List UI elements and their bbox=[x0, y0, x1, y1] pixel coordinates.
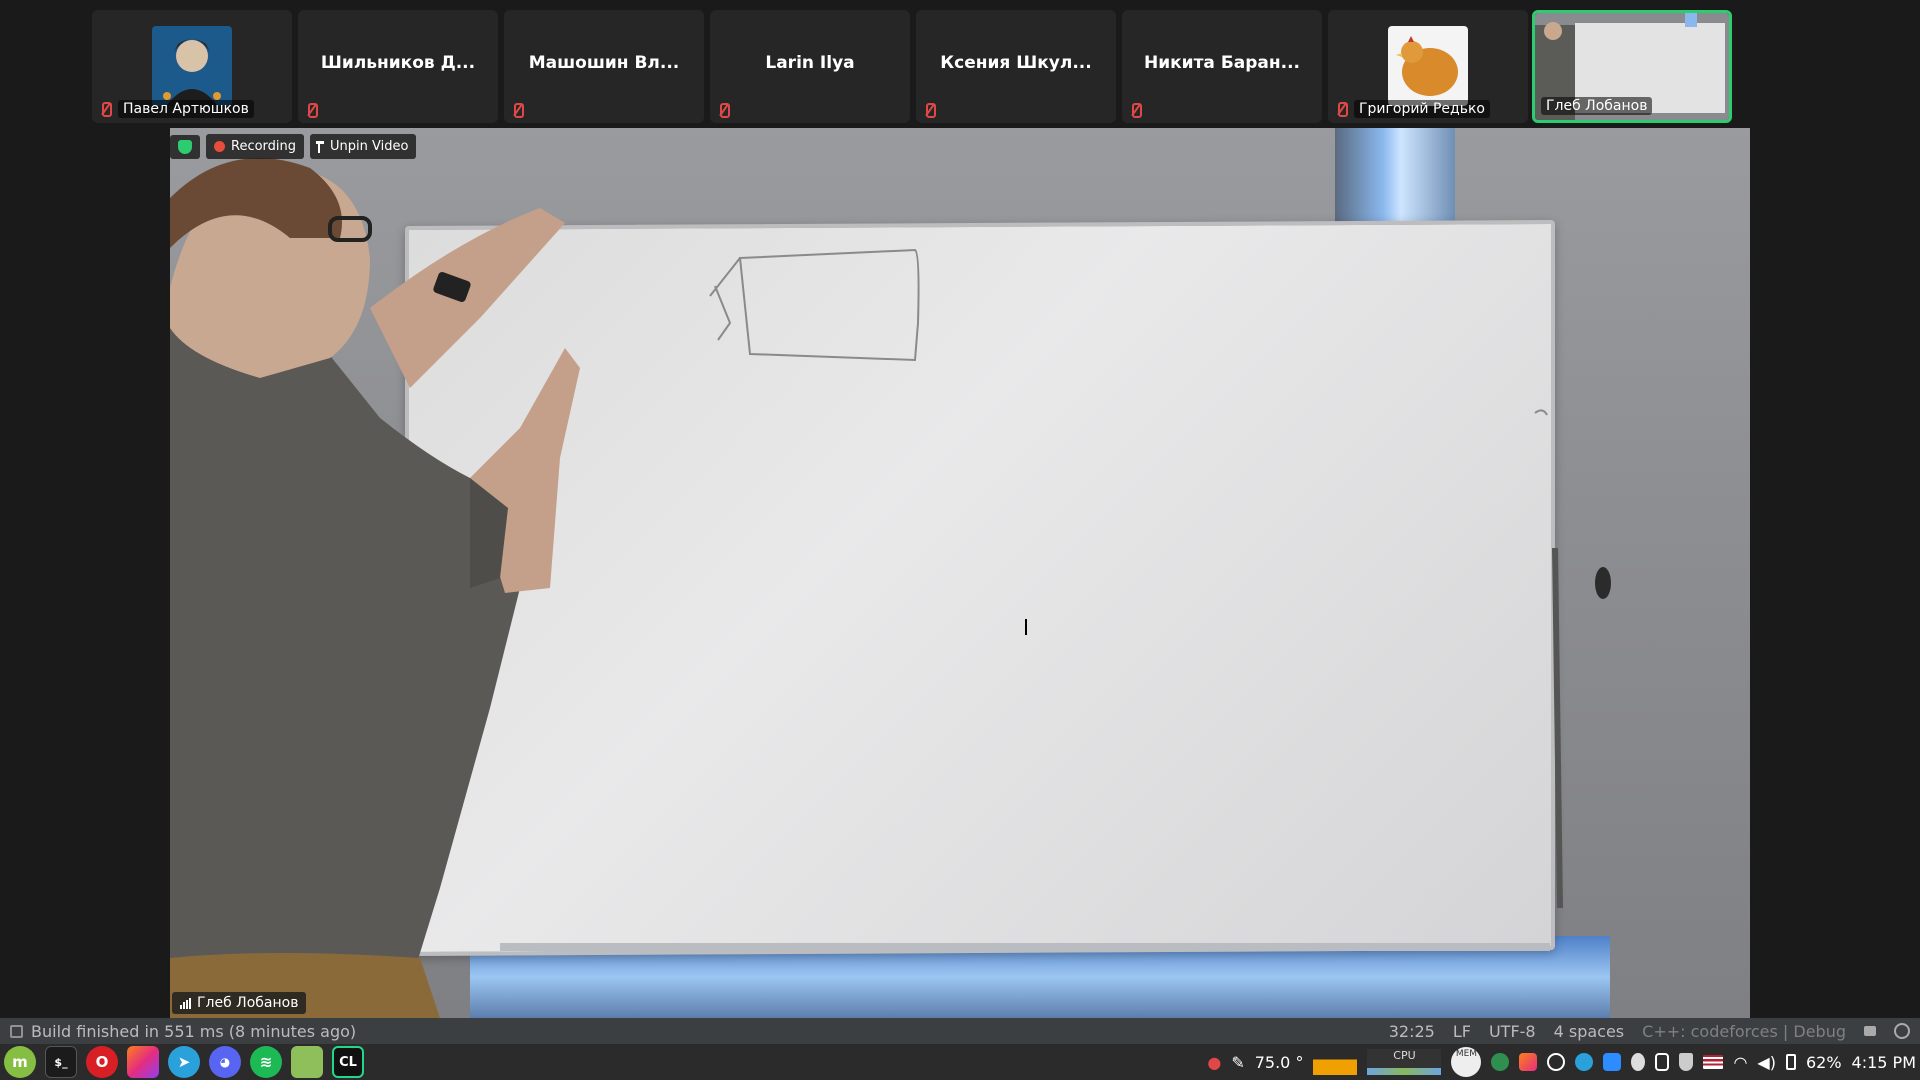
mic-muted-icon bbox=[1128, 102, 1142, 118]
recording-label: Recording bbox=[231, 139, 297, 154]
telegram-icon[interactable]: ➤ bbox=[168, 1046, 200, 1078]
participant-tile[interactable]: Машошин Вл... bbox=[504, 10, 704, 123]
mic-muted-icon bbox=[510, 102, 524, 118]
discord-icon[interactable]: ◕ bbox=[209, 1046, 241, 1078]
mic-muted-icon bbox=[922, 102, 936, 118]
participant-tile[interactable]: Larin Ilya bbox=[710, 10, 910, 123]
opera-icon[interactable]: O bbox=[86, 1046, 118, 1078]
mem-label: MEM bbox=[1455, 1049, 1478, 1059]
jetbrains-toolbox-icon[interactable] bbox=[127, 1046, 159, 1078]
participant-tile-active[interactable]: Глеб Лобанов bbox=[1532, 10, 1732, 123]
pin-icon bbox=[316, 140, 325, 153]
vpn-icon[interactable] bbox=[1491, 1053, 1510, 1071]
encryption-badge[interactable] bbox=[170, 134, 200, 159]
lock-icon[interactable] bbox=[1864, 1026, 1876, 1036]
build-status-icon[interactable] bbox=[10, 1024, 23, 1038]
wifi-icon[interactable]: ◠ bbox=[1733, 1053, 1747, 1072]
participant-tile[interactable]: Ксения Шкул... bbox=[916, 10, 1116, 123]
participant-name: Larin Ilya bbox=[765, 52, 855, 73]
participant-tile[interactable]: Шильников Д... bbox=[298, 10, 498, 123]
toolbox-tray-icon[interactable] bbox=[1519, 1053, 1538, 1071]
location-icon[interactable]: ● bbox=[1207, 1053, 1221, 1072]
recording-badge[interactable]: Recording bbox=[206, 134, 305, 159]
temperature-graph bbox=[1313, 1049, 1358, 1075]
eyedropper-icon[interactable]: ✎ bbox=[1231, 1053, 1244, 1072]
indent-setting[interactable]: 4 spaces bbox=[1554, 1022, 1625, 1041]
spotify-icon[interactable]: ≋ bbox=[250, 1046, 282, 1078]
zoom-icon[interactable] bbox=[1603, 1053, 1622, 1071]
battery-percent: 62% bbox=[1805, 1052, 1842, 1072]
temperature-readout: 75.0 ° bbox=[1254, 1052, 1304, 1072]
participant-tile[interactable]: Никита Баран... bbox=[1122, 10, 1322, 123]
participant-name: Шильников Д... bbox=[320, 52, 476, 73]
cpu-monitor[interactable]: CPU bbox=[1367, 1049, 1442, 1075]
participant-tile[interactable]: Григорий Редько bbox=[1328, 10, 1528, 123]
cursor-position[interactable]: 32:25 bbox=[1389, 1022, 1435, 1041]
ide-status-bar: Build finished in 551 ms (8 minutes ago)… bbox=[0, 1018, 1920, 1044]
clipboard-icon[interactable] bbox=[1655, 1053, 1670, 1071]
line-ending[interactable]: LF bbox=[1453, 1022, 1471, 1041]
clion-icon[interactable]: CL bbox=[332, 1046, 364, 1078]
participant-avatar bbox=[152, 26, 232, 106]
steam-icon[interactable] bbox=[1547, 1053, 1566, 1071]
participant-strip: Павел Артюшков Шильников Д... Машошин Вл… bbox=[0, 0, 1920, 128]
mic-muted-icon bbox=[304, 102, 318, 118]
mint-menu-icon[interactable]: m bbox=[4, 1046, 36, 1078]
record-icon bbox=[214, 141, 225, 152]
participant-name: Машошин Вл... bbox=[528, 52, 680, 73]
telegram-tray-icon[interactable] bbox=[1575, 1053, 1594, 1071]
participant-name: Никита Баран... bbox=[1143, 52, 1301, 73]
os-taskbar: m $_ O ➤ ◕ ≋ CL ● ✎ 75.0 ° CPU MEM ◠ ◀) … bbox=[0, 1044, 1920, 1080]
participant-tile[interactable]: Павел Артюшков bbox=[92, 10, 292, 123]
shield-tray-icon[interactable] bbox=[1679, 1053, 1694, 1071]
cpu-label: CPU bbox=[1393, 1049, 1416, 1062]
mic-muted-icon bbox=[716, 102, 730, 118]
unpin-video-button[interactable]: Unpin Video bbox=[310, 134, 417, 159]
participant-name: Глеб Лобанов bbox=[1541, 97, 1653, 115]
shield-icon bbox=[178, 139, 192, 154]
unpin-label: Unpin Video bbox=[330, 139, 409, 154]
build-context[interactable]: C++: codeforces | Debug bbox=[1642, 1022, 1846, 1041]
video-overlay-top: Recording Unpin Video bbox=[170, 134, 417, 159]
terminal-icon[interactable]: $_ bbox=[45, 1046, 77, 1078]
file-encoding[interactable]: UTF-8 bbox=[1489, 1022, 1536, 1041]
keyboard-layout-flag[interactable] bbox=[1703, 1055, 1724, 1069]
mem-monitor[interactable]: MEM bbox=[1451, 1047, 1482, 1077]
mic-muted-icon bbox=[98, 101, 112, 117]
pinned-video bbox=[170, 128, 1750, 1018]
volume-icon[interactable]: ◀) bbox=[1757, 1053, 1776, 1072]
participant-name: Ксения Шкул... bbox=[940, 52, 1092, 73]
speaker-name-label: Глеб Лобанов bbox=[172, 992, 307, 1014]
bluetooth-icon[interactable] bbox=[1631, 1053, 1646, 1071]
participant-name: Павел Артюшков bbox=[118, 100, 254, 118]
build-message[interactable]: Build finished in 551 ms (8 minutes ago) bbox=[31, 1022, 356, 1041]
participant-avatar bbox=[1388, 26, 1468, 106]
mic-muted-icon bbox=[1334, 101, 1348, 117]
battery-icon[interactable] bbox=[1785, 1054, 1796, 1070]
participant-name: Григорий Редько bbox=[1354, 100, 1490, 118]
presenter bbox=[170, 158, 580, 1018]
signal-icon bbox=[180, 997, 191, 1009]
text-cursor bbox=[1025, 619, 1033, 635]
speaker-name: Глеб Лобанов bbox=[197, 995, 299, 1011]
event-log-icon[interactable] bbox=[1894, 1023, 1910, 1039]
clock[interactable]: 4:15 PM bbox=[1852, 1053, 1916, 1072]
files-icon[interactable] bbox=[291, 1046, 323, 1078]
